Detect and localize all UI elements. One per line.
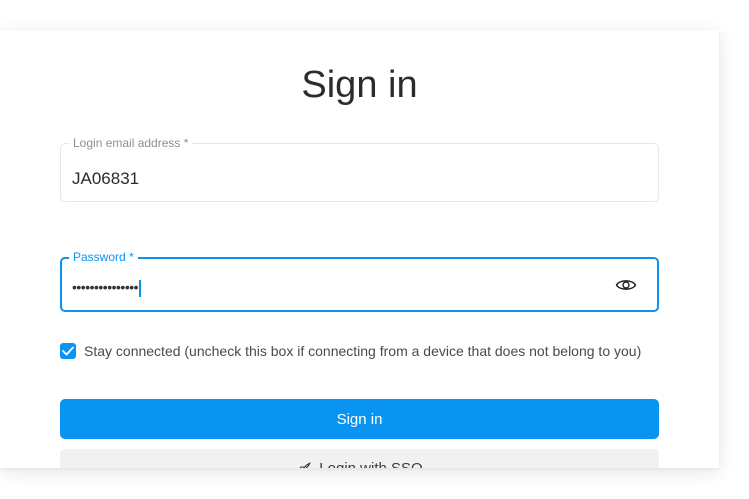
page-title: Sign in xyxy=(301,64,418,106)
text-caret xyxy=(139,279,141,297)
sign-in-button[interactable]: Sign in xyxy=(60,399,659,439)
stay-connected-row[interactable]: Stay connected (uncheck this box if conn… xyxy=(60,342,641,360)
login-with-sso-button[interactable]: Login with SSO xyxy=(60,449,659,468)
email-field-label: Login email address * xyxy=(69,136,193,150)
sso-button-label: Login with SSO xyxy=(319,460,422,468)
stay-connected-label: Stay connected (uncheck this box if conn… xyxy=(84,343,642,359)
sign-in-button-label: Sign in xyxy=(336,410,383,428)
stay-connected-checkbox[interactable] xyxy=(60,343,76,359)
password-field[interactable]: Password * ••••••••••••••• xyxy=(60,250,659,312)
password-field-value[interactable]: ••••••••••••••• xyxy=(72,276,141,298)
email-field-value[interactable]: JA06831 xyxy=(72,169,139,189)
eye-icon[interactable] xyxy=(615,276,637,294)
email-field[interactable]: Login email address * JA06831 xyxy=(60,136,659,202)
password-field-label: Password * xyxy=(69,250,138,264)
sign-in-card: Sign in Login email address * JA06831 Pa… xyxy=(0,30,719,468)
rocket-icon xyxy=(299,462,311,468)
checkmark-icon xyxy=(62,346,74,356)
password-mask: ••••••••••••••• xyxy=(72,279,139,295)
